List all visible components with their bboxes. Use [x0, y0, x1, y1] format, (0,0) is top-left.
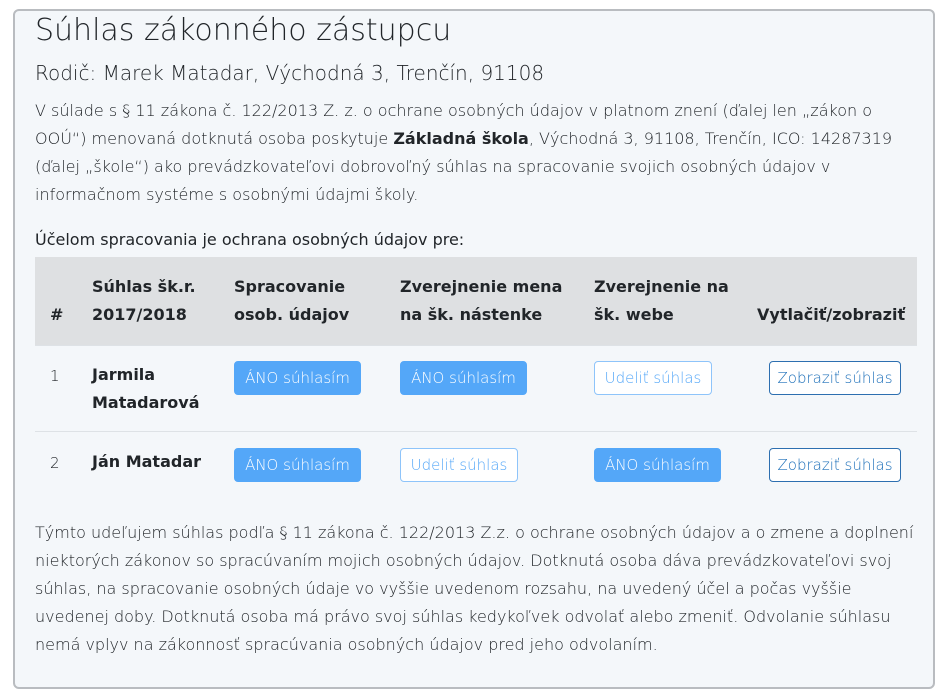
row-2-num: 2	[50, 454, 60, 472]
row-1-board-yes-button[interactable]: ÁNO súhlasím	[400, 361, 527, 395]
purpose-heading: Účelom spracovania je ochrana osobných ú…	[35, 230, 465, 249]
header-consent-year-line1: Súhlas šk.r.	[92, 277, 196, 296]
row-1-name-line2: Matadarová	[92, 393, 200, 412]
closing-paragraph: Týmto udeľujem súhlas podľa § 11 zákona …	[35, 523, 914, 654]
header-print: Vytlačiť/zobraziť	[757, 305, 906, 324]
row-divider	[35, 345, 917, 346]
header-num: #	[50, 305, 64, 324]
row-1-num: 1	[50, 367, 60, 385]
header-processing: Spracovanie osob. údajov	[234, 273, 349, 329]
header-processing-line2: osob. údajov	[234, 305, 350, 324]
header-web: Zverejnenie na šk. webe	[594, 273, 729, 329]
row-1-name-line1: Jarmila	[92, 365, 156, 384]
parent-info: Rodič: Marek Matadar, Východná 3, Trenčí…	[35, 61, 545, 85]
header-processing-line1: Spracovanie	[234, 277, 346, 296]
header-web-line1: Zverejnenie na	[594, 277, 729, 296]
row-2-processing-yes-button[interactable]: ÁNO súhlasím	[234, 448, 361, 482]
row-1-processing-yes-button[interactable]: ÁNO súhlasím	[234, 361, 361, 395]
header-web-line2: šk. webe	[594, 305, 674, 324]
row-2-name: Ján Matadar	[92, 452, 202, 471]
page-title: Súhlas zákonného zástupcu	[35, 13, 452, 48]
header-board-line2: na šk. nástenke	[400, 305, 543, 324]
header-board-line1: Zverejnenie mena	[400, 277, 563, 296]
row-divider	[35, 431, 917, 432]
row-2-show-consent-button[interactable]: Zobraziť súhlas	[769, 448, 901, 482]
intro-paragraph: V súlade s § 11 zákona č. 122/2013 Z. z.…	[35, 97, 915, 209]
row-1-show-consent-button[interactable]: Zobraziť súhlas	[769, 361, 901, 395]
header-board: Zverejnenie mena na šk. nástenke	[400, 273, 562, 329]
row-2-web-yes-button[interactable]: ÁNO súhlasím	[594, 448, 721, 482]
school-name: Základná škola	[393, 129, 529, 148]
consent-card: Súhlas zákonného zástupcu Rodič: Marek M…	[13, 9, 935, 689]
row-1-name: Jarmila Matadarová	[92, 361, 200, 417]
header-consent-year-line2: 2017/2018	[92, 305, 187, 324]
row-1-web-grant-button[interactable]: Udeliť súhlas	[594, 361, 712, 395]
header-consent-year: Súhlas šk.r. 2017/2018	[92, 273, 196, 329]
row-2-board-grant-button[interactable]: Udeliť súhlas	[400, 448, 518, 482]
